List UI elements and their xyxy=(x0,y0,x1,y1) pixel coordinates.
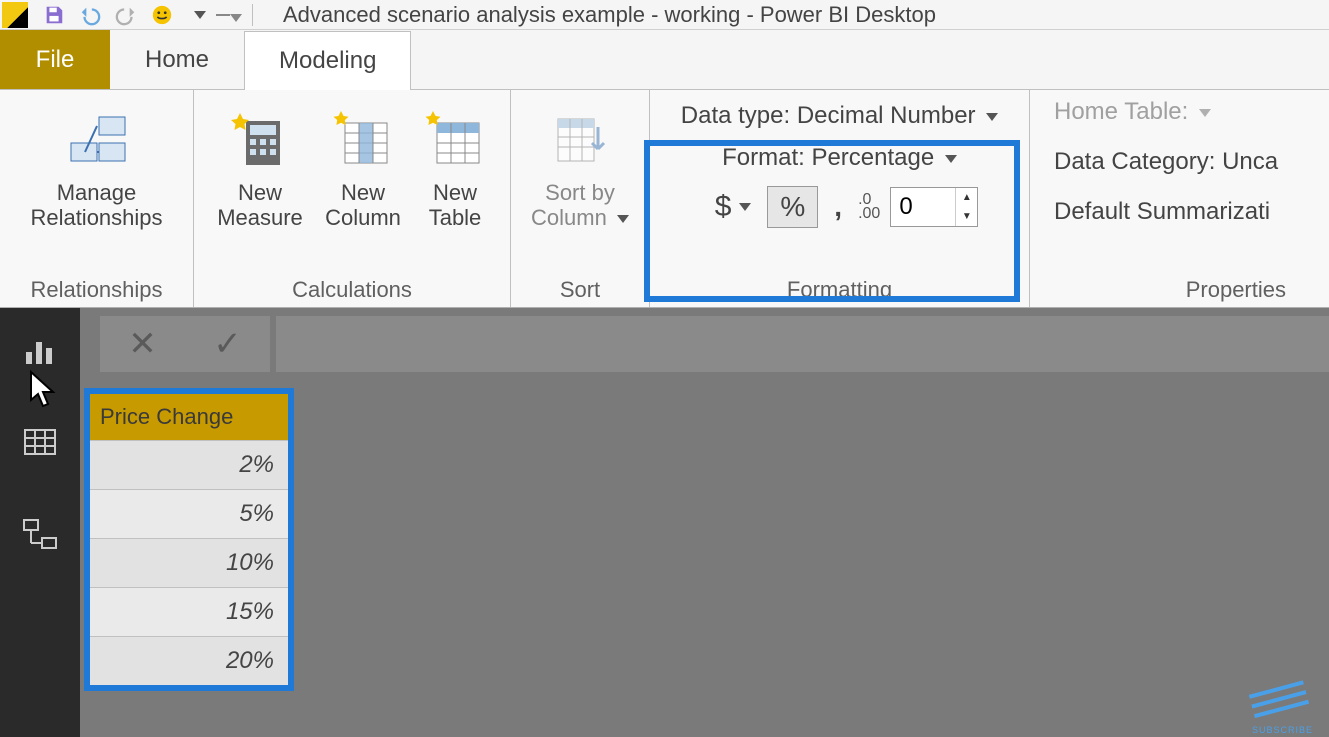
table-cell[interactable]: 15% xyxy=(90,587,288,636)
group-title-properties: Properties xyxy=(1186,271,1286,303)
home-table-label: Home Table: xyxy=(1054,98,1188,125)
thousands-separator-button[interactable]: , xyxy=(828,189,848,225)
tab-modeling[interactable]: Modeling xyxy=(244,31,411,90)
cancel-icon[interactable]: ✕ xyxy=(128,324,157,364)
smiley-icon[interactable] xyxy=(144,2,180,28)
new-column-label: New Column xyxy=(322,180,404,231)
currency-button[interactable]: $ xyxy=(709,188,758,226)
window-title: Advanced scenario analysis example - wor… xyxy=(283,2,936,28)
model-view-button[interactable] xyxy=(16,510,64,558)
sort-icon xyxy=(548,98,612,180)
data-category-label: Data Category: Unca xyxy=(1054,148,1278,175)
relationships-icon xyxy=(65,98,129,180)
sort-by-column-label: Sort by Column xyxy=(525,180,635,231)
data-table: Price Change 2% 5% 10% 15% 20% xyxy=(84,388,294,691)
format-label: Format: Percentage xyxy=(722,144,934,171)
manage-relationships-label: Manage Relationships xyxy=(14,180,179,231)
table-cell[interactable]: 5% xyxy=(90,489,288,538)
group-title-calculations: Calculations xyxy=(292,271,412,303)
new-column-icon xyxy=(331,98,395,180)
chevron-down-icon xyxy=(739,203,751,211)
save-icon[interactable] xyxy=(36,2,72,28)
spinner-down-icon[interactable]: ▼ xyxy=(956,207,977,226)
new-column-button[interactable]: New Column xyxy=(322,98,404,271)
dropdown-caret-icon[interactable] xyxy=(180,2,216,28)
customize-qat-icon[interactable] xyxy=(216,2,242,28)
group-relationships: Manage Relationships Relationships xyxy=(0,90,194,307)
separator xyxy=(252,4,253,26)
group-title-formatting: Formatting xyxy=(787,271,892,303)
dollar-sign: $ xyxy=(715,190,732,224)
new-measure-button[interactable]: New Measure xyxy=(208,98,312,271)
group-sort: Sort by Column Sort xyxy=(511,90,650,307)
calculator-icon xyxy=(228,98,292,180)
column-header[interactable]: Price Change xyxy=(90,394,288,440)
default-sum-label: Default Summarizati xyxy=(1054,198,1270,225)
format-dropdown[interactable]: Format: Percentage xyxy=(722,144,957,172)
sort-label-text: Sort by Column xyxy=(531,180,615,230)
new-measure-label: New Measure xyxy=(208,180,312,231)
new-table-label: New Table xyxy=(414,180,496,231)
ribbon-tabs: File Home Modeling xyxy=(0,30,1329,90)
formula-bar: ✕ ✓ xyxy=(0,308,1329,380)
chevron-down-icon xyxy=(617,215,629,223)
chevron-down-icon xyxy=(1199,109,1211,117)
spinner-up-icon[interactable]: ▲ xyxy=(956,188,977,207)
group-title-relationships: Relationships xyxy=(30,271,162,303)
data-view-button[interactable] xyxy=(16,418,64,466)
view-sidebar xyxy=(0,308,80,737)
formula-bar-buttons: ✕ ✓ xyxy=(100,316,270,372)
group-formatting: Data type: Decimal Number Format: Percen… xyxy=(650,90,1030,307)
data-category-dropdown[interactable]: Data Category: Unca xyxy=(1054,148,1278,176)
table-cell[interactable]: 10% xyxy=(90,538,288,587)
new-table-button[interactable]: New Table xyxy=(414,98,496,271)
sort-by-column-button[interactable]: Sort by Column xyxy=(525,98,635,271)
table-cell[interactable]: 20% xyxy=(90,636,288,685)
tab-home[interactable]: Home xyxy=(110,30,244,89)
chevron-down-icon xyxy=(986,113,998,121)
datatype-label: Data type: Decimal Number xyxy=(681,102,976,129)
decimal-places-spinner[interactable]: ▲ ▼ xyxy=(890,187,978,227)
data-canvas: Price Change 2% 5% 10% 15% 20% xyxy=(80,380,1329,737)
report-view-button[interactable] xyxy=(16,326,64,374)
decimal-places-input[interactable] xyxy=(891,188,955,226)
undo-icon[interactable] xyxy=(72,2,108,28)
group-calculations: New Measure New Column New Table Calcula… xyxy=(194,90,511,307)
chevron-down-icon xyxy=(945,155,957,163)
new-table-icon xyxy=(423,98,487,180)
tab-file[interactable]: File xyxy=(0,30,110,89)
default-summarization-dropdown[interactable]: Default Summarizati xyxy=(1054,198,1270,226)
datatype-dropdown[interactable]: Data type: Decimal Number xyxy=(681,102,998,130)
redo-icon[interactable] xyxy=(108,2,144,28)
app-icon xyxy=(2,2,28,28)
group-title-sort: Sort xyxy=(560,271,600,303)
manage-relationships-button[interactable]: Manage Relationships xyxy=(14,98,179,271)
percent-button[interactable]: % xyxy=(767,186,818,228)
subscribe-label: SUBSCRIBE xyxy=(1252,725,1313,735)
ribbon: Manage Relationships Relationships New M… xyxy=(0,90,1329,308)
table-cell[interactable]: 2% xyxy=(90,440,288,489)
confirm-icon[interactable]: ✓ xyxy=(213,324,242,364)
group-properties: Home Table: Data Category: Unca Default … xyxy=(1030,90,1290,307)
decimal-icon: .0.00 xyxy=(858,193,880,222)
formula-input[interactable] xyxy=(276,316,1329,372)
title-bar: Advanced scenario analysis example - wor… xyxy=(0,0,1329,30)
home-table-dropdown[interactable]: Home Table: xyxy=(1054,98,1211,126)
